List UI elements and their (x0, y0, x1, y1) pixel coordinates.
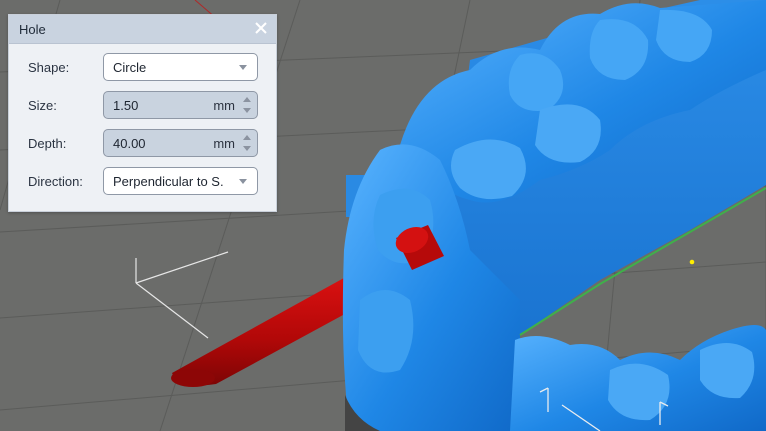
depth-value: 40.00 (113, 136, 146, 151)
size-spinbox[interactable]: 1.50 mm (103, 91, 258, 119)
close-button[interactable] (252, 19, 270, 37)
size-row: Size: 1.50 mm (9, 91, 276, 119)
chevron-down-icon (239, 65, 247, 70)
direction-value: Perpendicular to S. (113, 174, 224, 189)
hole-panel: Hole Shape: Circle Size: 1.50 mm Depth: … (8, 14, 277, 212)
chevron-down-icon (239, 179, 247, 184)
depth-decrement-icon[interactable] (243, 144, 252, 153)
panel-title: Hole (19, 22, 46, 37)
size-decrement-icon[interactable] (243, 106, 252, 115)
shape-value: Circle (113, 60, 147, 75)
yellow-point-marker (689, 259, 695, 265)
close-icon (255, 22, 267, 34)
direction-select[interactable]: Perpendicular to S. (103, 167, 258, 195)
depth-unit: mm (213, 136, 235, 151)
depth-increment-icon[interactable] (243, 133, 252, 142)
dental-model[interactable] (342, 0, 766, 431)
depth-row: Depth: 40.00 mm (9, 129, 276, 157)
size-label: Size: (28, 98, 57, 113)
shape-row: Shape: Circle (9, 53, 276, 81)
depth-spinbox[interactable]: 40.00 mm (103, 129, 258, 157)
direction-label: Direction: (28, 174, 83, 189)
shape-label: Shape: (28, 60, 70, 75)
size-unit: mm (213, 98, 235, 113)
panel-header: Hole (9, 15, 276, 44)
size-increment-icon[interactable] (243, 95, 252, 104)
shape-select[interactable]: Circle (103, 53, 258, 81)
direction-row: Direction: Perpendicular to S. (9, 167, 276, 195)
depth-label: Depth: (28, 136, 67, 151)
size-value: 1.50 (113, 98, 139, 113)
